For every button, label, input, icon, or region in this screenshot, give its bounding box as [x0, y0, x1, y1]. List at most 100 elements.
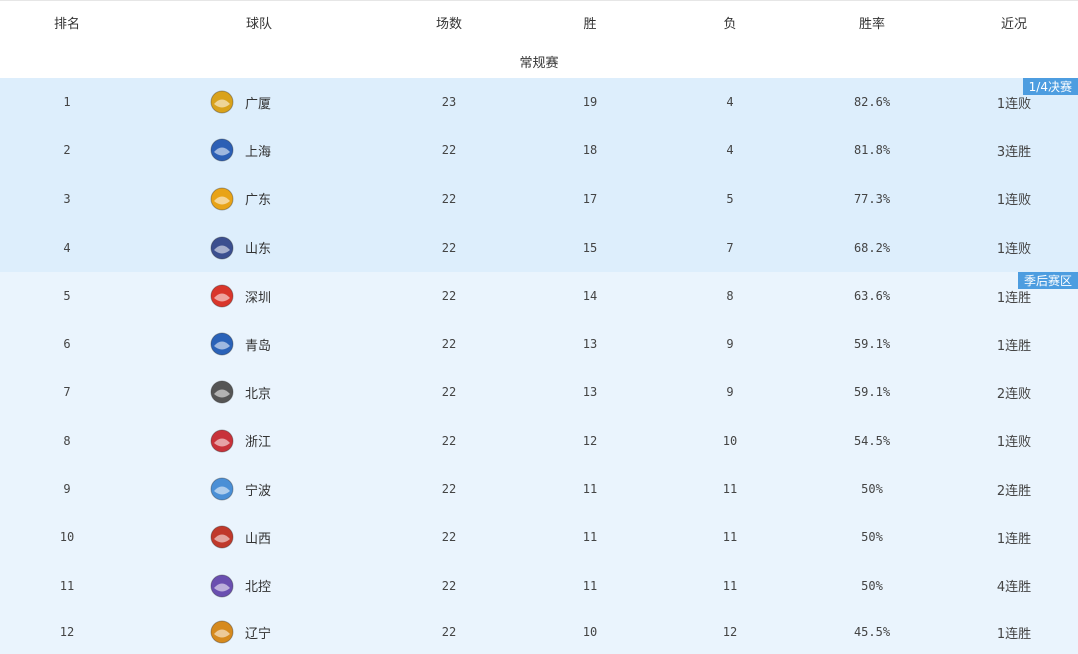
win-pct-cell: 50% — [861, 530, 883, 544]
shandong-logo-icon — [210, 236, 234, 259]
liaoning-logo-icon — [210, 620, 234, 644]
win-pct-cell: 82.6% — [853, 95, 891, 109]
losses-cell: 9 — [726, 337, 734, 351]
team-name[interactable]: 广东 — [245, 189, 271, 208]
guangsha-logo-icon — [210, 90, 234, 114]
qingdao-logo-icon — [210, 332, 234, 356]
wins-cell: 13 — [582, 337, 598, 351]
team-name[interactable]: 辽宁 — [245, 623, 271, 642]
rank-cell: 1 — [63, 95, 71, 109]
win-pct-cell: 63.6% — [853, 289, 891, 303]
team-cell[interactable]: 深圳 — [209, 272, 271, 320]
recent-form-cell: 1连败 — [996, 435, 1032, 450]
recent-form-cell: 2连胜 — [996, 483, 1032, 499]
team-name[interactable]: 广厦 — [245, 93, 271, 112]
team-name[interactable]: 上海 — [245, 141, 271, 160]
rank-cell: 7 — [63, 385, 71, 399]
recent-form-cell: 1连胜 — [996, 338, 1032, 354]
wins-cell: 11 — [582, 530, 598, 544]
rank-cell: 11 — [59, 578, 75, 593]
table-row[interactable]: 8 22 12 10 54.5% 1连败 浙江 — [0, 416, 1078, 465]
rank-cell: 4 — [63, 240, 71, 255]
team-cell[interactable]: 广东 — [209, 174, 271, 223]
games-cell: 22 — [441, 385, 457, 399]
team-cell[interactable]: 浙江 — [209, 416, 271, 465]
team-cell[interactable]: 上海 — [209, 126, 271, 174]
games-cell: 22 — [441, 530, 457, 544]
team-cell[interactable]: 山东 — [209, 223, 271, 272]
wins-cell: 10 — [582, 625, 598, 639]
losses-cell: 12 — [722, 625, 738, 639]
recent-form-cell: 1连败 — [996, 242, 1032, 257]
table-row[interactable]: 2 22 18 4 81.8% 3连胜 上海 — [0, 126, 1078, 174]
team-name[interactable]: 山东 — [245, 238, 271, 257]
rank-cell: 6 — [63, 337, 71, 351]
rank-cell: 12 — [59, 625, 75, 639]
wins-cell: 11 — [582, 482, 598, 496]
season-label: 常规赛 — [519, 55, 559, 71]
shenzhen-logo-icon — [210, 284, 234, 308]
team-cell[interactable]: 北京 — [209, 368, 271, 416]
losses-cell: 11 — [722, 578, 738, 593]
header-games: 场数 — [435, 17, 462, 32]
rank-cell: 8 — [63, 433, 71, 448]
team-name[interactable]: 北控 — [245, 576, 271, 595]
games-cell: 22 — [441, 433, 457, 448]
games-cell: 22 — [441, 191, 457, 206]
rank-cell: 5 — [63, 289, 71, 303]
games-cell: 22 — [441, 289, 457, 303]
team-cell[interactable]: 山西 — [209, 513, 271, 561]
quarterfinal-zone-tag: 1/4决赛 — [1022, 78, 1078, 95]
wins-cell: 14 — [582, 289, 598, 303]
standings-page: 排名 球队 场数 胜 负 胜率 近况 常规赛 1 23 19 4 82.6% 1连败 广厦 2… — [0, 0, 1078, 654]
table-row[interactable]: 6 22 13 9 59.1% 1连胜 青岛 — [0, 320, 1078, 368]
table-row[interactable]: 12 22 10 12 45.5% 1连胜 辽宁 — [0, 610, 1078, 654]
team-cell[interactable]: 宁波 — [209, 465, 271, 513]
rank-cell: 10 — [59, 530, 75, 544]
games-cell: 22 — [441, 337, 457, 351]
games-cell: 22 — [441, 482, 457, 496]
playoff-zone-tag: 季后赛区 — [1017, 272, 1078, 289]
table-row[interactable]: 9 22 11 11 50% 2连胜 宁波 — [0, 465, 1078, 513]
games-cell: 22 — [441, 578, 457, 593]
table-row[interactable]: 5 22 14 8 63.6% 1连胜 深圳 — [0, 272, 1078, 320]
rank-cell: 3 — [63, 191, 71, 206]
recent-form-cell: 2连败 — [996, 386, 1032, 402]
table-row[interactable]: 1 23 19 4 82.6% 1连败 广厦 — [0, 78, 1078, 126]
table-row[interactable]: 11 22 11 11 50% 4连胜 北控 — [0, 561, 1078, 610]
losses-cell: 8 — [726, 289, 734, 303]
team-name[interactable]: 青岛 — [245, 335, 271, 354]
win-pct-cell: 50% — [861, 578, 883, 593]
wins-cell: 19 — [582, 95, 598, 109]
team-name[interactable]: 宁波 — [245, 480, 271, 499]
rank-cell: 2 — [63, 143, 71, 157]
recent-form-cell: 4连胜 — [996, 580, 1032, 595]
shanxi-logo-icon — [210, 525, 234, 549]
table-row[interactable]: 3 22 17 5 77.3% 1连败 广东 — [0, 174, 1078, 223]
wins-cell: 15 — [582, 240, 598, 255]
team-name[interactable]: 北京 — [245, 383, 271, 402]
losses-cell: 11 — [722, 482, 738, 496]
win-pct-cell: 54.5% — [853, 433, 891, 448]
rank-cell: 9 — [63, 482, 71, 496]
team-cell[interactable]: 广厦 — [209, 78, 271, 126]
table-row[interactable]: 7 22 13 9 59.1% 2连败 北京 — [0, 368, 1078, 416]
table-row[interactable]: 4 22 15 7 68.2% 1连败 山东 — [0, 223, 1078, 272]
zhejiang-logo-icon — [210, 429, 234, 452]
losses-cell: 11 — [722, 530, 738, 544]
games-cell: 22 — [441, 143, 457, 157]
team-name[interactable]: 山西 — [245, 528, 271, 547]
ningbo-logo-icon — [210, 477, 234, 501]
team-cell[interactable]: 北控 — [209, 561, 271, 610]
wins-cell: 18 — [582, 143, 598, 157]
beikong-logo-icon — [210, 574, 234, 597]
team-cell[interactable]: 青岛 — [209, 320, 271, 368]
win-pct-cell: 77.3% — [853, 191, 891, 206]
losses-cell: 4 — [726, 143, 734, 157]
win-pct-cell: 59.1% — [853, 337, 891, 351]
losses-cell: 9 — [726, 385, 734, 399]
table-row[interactable]: 10 22 11 11 50% 1连胜 山西 — [0, 513, 1078, 561]
team-cell[interactable]: 辽宁 — [209, 610, 271, 654]
team-name[interactable]: 浙江 — [245, 431, 271, 450]
team-name[interactable]: 深圳 — [245, 287, 271, 306]
